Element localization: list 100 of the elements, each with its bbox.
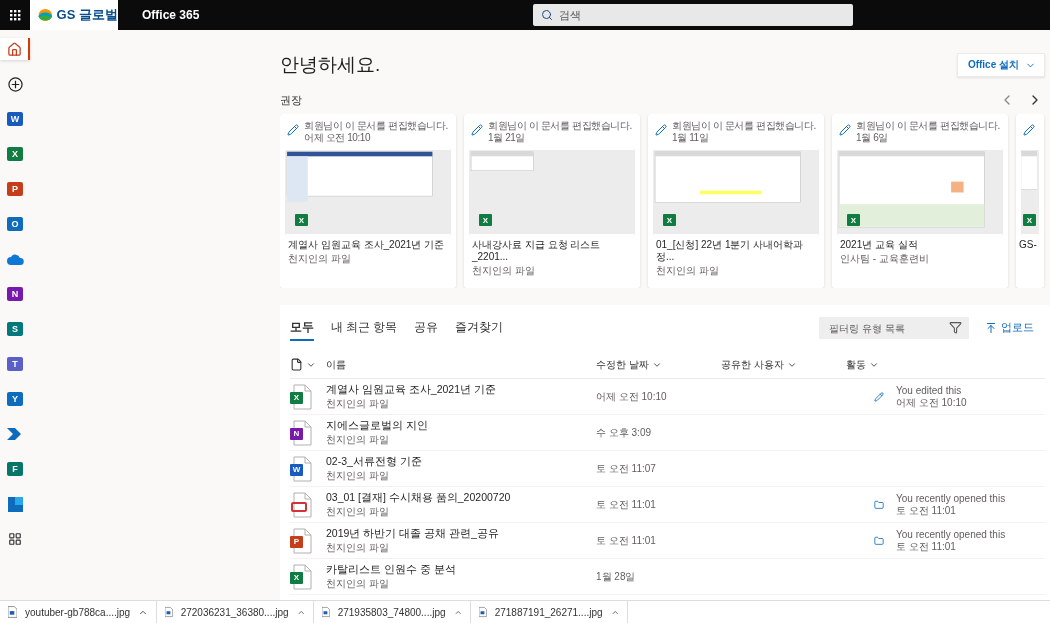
file-name[interactable]: 계열사 임원교육 조사_2021년 기준 [326,382,596,397]
modified-date: 토 오전 11:07 [596,461,657,476]
document-card[interactable]: 회원님이 이 문서를 편집했습니다. 1월 6일 X 2021년 교육 실적 인사팀 - 교육훈련비 [832,114,1008,288]
chevron-icon [7,428,23,440]
excel-icon: X [847,214,860,226]
rail-item[interactable]: S [0,318,30,340]
upload-button[interactable]: 업로드 [979,320,1040,336]
install-button[interactable]: Office 설치 [956,53,1045,77]
download-item[interactable]: 271887191_26271....jpg [471,601,628,623]
search-field[interactable]: 검색 [533,4,854,26]
rail-item[interactable]: X [0,143,30,165]
column-header[interactable]: 이름 [326,357,596,372]
image-file-icon [479,606,487,618]
modified-date: 1월 28일 [596,569,637,584]
file-icon [290,491,312,518]
card-action: 회원님이 이 문서를 편집했습니다. [856,120,1000,132]
tab[interactable]: 공유 [414,315,439,341]
app-icon: S [7,322,23,336]
excel-icon: X [1023,214,1036,226]
pencil-icon [1023,124,1035,136]
file-icon: P [290,527,312,554]
document-card[interactable]: 회원님이 이 문서를 편집했습니다. 1월 11일 X 01_[신청] 22년 1분기 사내어학과정... 천지인의 파일 [648,114,824,288]
product-name: Office 365 [142,8,200,22]
file-name[interactable]: 02-3_서류전형 기준 [326,454,596,469]
menu-icon[interactable] [9,9,21,21]
activity-time: 어제 오전 10:10 [896,396,968,409]
app-icon: Y [7,392,23,406]
card-owner: 천지인의 파일 [288,252,352,266]
column-header[interactable]: 활동 [846,357,896,372]
apps-icon [8,532,22,546]
tab[interactable]: 모두 [290,315,314,341]
activity-text: You recently opened this [896,528,1007,541]
file-name[interactable]: 지에스글로벌의 지인 [326,418,596,433]
file-name[interactable]: 2019년 하반기 대졸 공채 관련_공유 [326,526,596,541]
file-name[interactable]: 03_01 [결재] 수시채용 품의_20200720 [326,490,596,505]
cloud-icon [6,253,24,265]
modified-date: 수 오후 3:09 [596,425,653,440]
file-owner: 천지인의 파일 [326,468,390,483]
card-action: 회원님이 이 문서를 편집했습니다. [672,120,816,132]
home-icon [6,41,22,57]
card-title: GS- [1019,239,1038,251]
card-owner: 천지인의 파일 [472,264,536,278]
pencil-icon [471,124,483,136]
card-time: 1월 21일 [488,132,527,144]
document-card[interactable]: 회원님이 이 문서를 편집했습니다. 1월 21일 X 사내강사료 지급 요청 리스트_2201... 천지인의 파일 [464,114,640,288]
file-icon: X [290,383,312,410]
column-header[interactable]: 수정한 날짜 [596,357,721,372]
activity-text: You recently opened this [896,492,1007,505]
add-icon [7,76,23,92]
brand-name: GS 글로벌 [56,6,118,24]
card-action: 회원님이 이 문서를 편집했습니다. [488,120,632,132]
excel-icon: X [663,214,676,226]
folder-icon [874,499,884,510]
rail-item[interactable]: P [0,178,30,200]
tab[interactable]: 내 최근 항목 [331,315,398,341]
card-time: 1월 11일 [672,132,710,144]
download-item[interactable]: 272036231_36380....jpg [157,601,314,623]
rail-item[interactable]: N [0,283,30,305]
file-name[interactable]: 카탈리스트 인원수 중 분석 [326,562,596,577]
file-icon: N [290,419,312,446]
folder-icon [874,535,884,546]
modified-date: 토 오전 11:01 [596,533,657,548]
image-file-icon [322,606,330,618]
rail-item[interactable]: O [0,213,30,235]
file-type-icon[interactable] [290,358,303,371]
greeting: 안녕하세요. [280,53,381,77]
file-owner: 천지인의 파일 [326,540,390,555]
app-icon: W [7,112,23,126]
card-title: 2021년 교육 실적 [840,239,919,251]
download-item[interactable]: youtuber-gb788ca....jpg [0,601,157,623]
search-icon [541,9,554,21]
card-time: 1월 6일 [856,132,889,144]
tab[interactable]: 즐겨찾기 [455,315,504,341]
pencil-icon [874,391,884,402]
app-icon: O [7,217,23,231]
card-action: 회원님이 이 문서를 편집했습니다. [304,120,448,132]
rail-item[interactable]: Y [0,388,30,410]
rail-item[interactable]: T [0,353,30,375]
rail-item[interactable]: F [0,458,30,480]
rail-item[interactable]: W [0,108,30,130]
pencil-icon [655,124,667,136]
pencil-icon [287,124,299,136]
activity-text: You edited this [896,384,963,397]
file-owner: 천지인의 파일 [326,504,390,519]
card-time: 어제 오전 10:10 [304,132,372,144]
filter-field[interactable]: 필터링 유형 목록 [819,317,969,339]
section-title: 권장 [280,92,302,108]
file-owner: 천지인의 파일 [326,432,390,447]
activity-time: 토 오전 11:01 [896,540,957,553]
file-icon: W [290,455,312,482]
card-title: 사내강사료 지급 요청 리스트_2201... [472,239,602,263]
modified-date: 어제 오전 10:10 [596,389,668,404]
filter-icon[interactable] [949,321,962,334]
document-card[interactable]: X GS- [1016,114,1044,288]
download-item[interactable]: 271935803_74800....jpg [314,601,471,623]
excel-icon: X [479,214,492,226]
document-card[interactable]: 회원님이 이 문서를 편집했습니다. 어제 오전 10:10 X 계열사 임원교육 조사_2021년 기준 천지인의 파일 [280,114,456,288]
file-icon: X [290,563,312,590]
card-owner: 천지인의 파일 [656,264,720,278]
column-header[interactable]: 공유한 사용자 [721,357,846,372]
